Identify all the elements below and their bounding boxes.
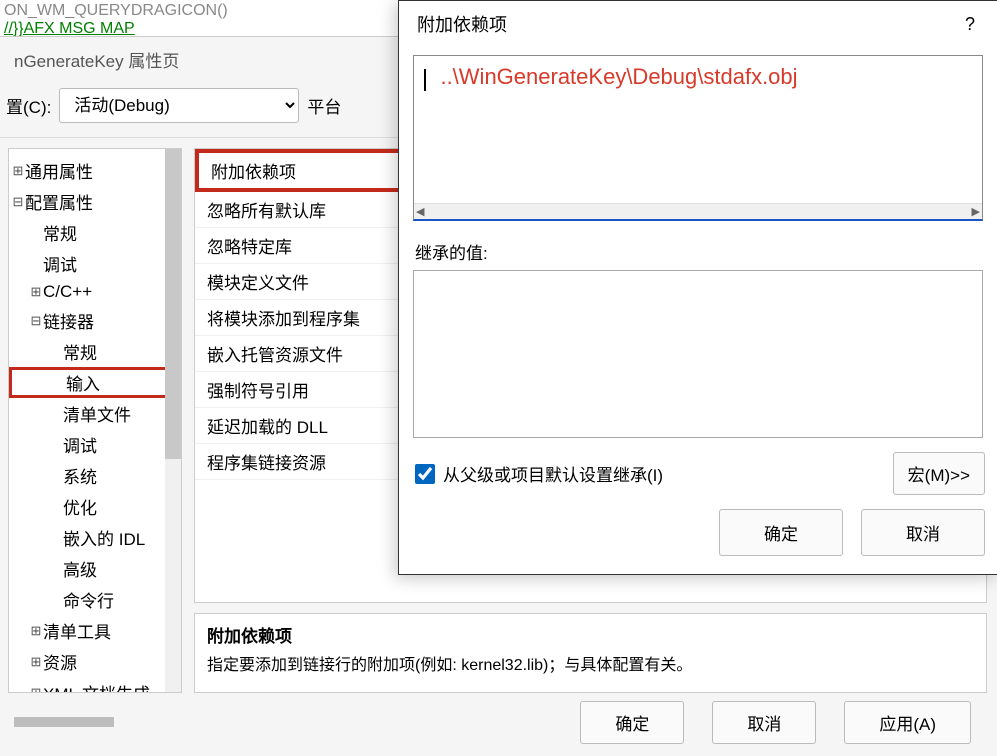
- inherit-checkbox-row[interactable]: 从父级或项目默认设置继承(I): [415, 461, 663, 486]
- tree-item[interactable]: ⊞清单工具: [9, 615, 181, 646]
- expander-icon[interactable]: ⊞: [29, 284, 43, 300]
- tree-scrollbar[interactable]: [165, 149, 181, 692]
- description-text: 指定要添加到链接行的附加项(例如: kernel32.lib)；与具体配置有关。: [207, 651, 974, 675]
- tree-item-label: 配置属性: [25, 189, 93, 214]
- expander-icon[interactable]: ⊞: [29, 685, 43, 694]
- tree-item[interactable]: ⊞C/C++: [9, 279, 181, 305]
- deps-edit-box[interactable]: ..\WinGenerateKey\Debug\stdafx.obj ◀ ▶: [413, 55, 983, 221]
- tree-item[interactable]: 输入: [9, 367, 181, 398]
- tree-item[interactable]: 常规: [9, 217, 181, 248]
- scroll-left-icon[interactable]: ◀: [416, 205, 424, 218]
- popup-cancel-button[interactable]: 取消: [861, 509, 985, 556]
- expander-icon[interactable]: ⊞: [11, 163, 25, 179]
- tree-item-label: 常规: [43, 220, 77, 245]
- expander-icon[interactable]: ⊞: [29, 623, 43, 639]
- config-label: 置(C):: [6, 93, 51, 118]
- tree-item-label: 调试: [43, 251, 77, 276]
- popup-ok-button[interactable]: 确定: [719, 509, 843, 556]
- expander-icon[interactable]: ⊟: [29, 313, 43, 329]
- tree-item-label: 命令行: [63, 587, 114, 612]
- macro-button[interactable]: 宏(M)>>: [893, 452, 985, 495]
- tree-item[interactable]: 系统: [9, 460, 181, 491]
- tree-item-label: XML 文档生成: [43, 680, 150, 693]
- popup-titlebar: 附加依赖项 ?: [399, 1, 997, 47]
- tree-item[interactable]: 调试: [9, 248, 181, 279]
- tree-item-label: C/C++: [43, 282, 92, 302]
- cancel-button[interactable]: 取消: [712, 701, 816, 744]
- expander-icon[interactable]: ⊞: [29, 654, 43, 670]
- text-caret: [424, 69, 426, 91]
- edit-hscrollbar[interactable]: ◀ ▶: [414, 203, 982, 219]
- horizontal-scroll-thumb[interactable]: [14, 717, 114, 727]
- config-select[interactable]: 活动(Debug): [59, 88, 299, 123]
- tree-item-label: 高级: [63, 556, 97, 581]
- tree-item-label: 链接器: [43, 308, 94, 333]
- tree-item-label: 优化: [63, 494, 97, 519]
- platform-label: 平台: [307, 93, 341, 118]
- tree-item[interactable]: 优化: [9, 491, 181, 522]
- tree-item[interactable]: ⊞通用属性: [9, 155, 181, 186]
- dialog-buttons: 确定 取消 应用(A): [554, 689, 997, 756]
- inherit-checkbox[interactable]: [415, 464, 435, 484]
- scroll-right-icon[interactable]: ▶: [972, 205, 980, 218]
- popup-action-buttons: 确定 取消: [399, 509, 997, 574]
- tree-item[interactable]: 高级: [9, 553, 181, 584]
- inherit-checkbox-label: 从父级或项目默认设置继承(I): [443, 461, 663, 486]
- apply-button[interactable]: 应用(A): [844, 701, 971, 744]
- description-box: 附加依赖项 指定要添加到链接行的附加项(例如: kernel32.lib)；与具…: [194, 613, 987, 693]
- tree-item[interactable]: 常规: [9, 336, 181, 367]
- description-title: 附加依赖项: [207, 622, 974, 647]
- tree-item[interactable]: 命令行: [9, 584, 181, 615]
- tree-item-label: 调试: [63, 432, 97, 457]
- popup-title-text: 附加依赖项: [417, 11, 507, 37]
- scrollbar-thumb[interactable]: [165, 149, 181, 459]
- ok-button[interactable]: 确定: [580, 701, 684, 744]
- inherit-values-label: 继承的值:: [415, 239, 981, 264]
- tree-item-label: 输入: [66, 370, 100, 395]
- help-icon[interactable]: ?: [965, 14, 975, 35]
- tree-item-label: 通用属性: [25, 158, 93, 183]
- tree-item-label: 常规: [63, 339, 97, 364]
- tree-item-label: 嵌入的 IDL: [63, 525, 145, 550]
- tree-item[interactable]: 调试: [9, 429, 181, 460]
- tree-item-label: 清单工具: [43, 618, 111, 643]
- expander-icon[interactable]: ⊟: [11, 194, 25, 210]
- tree-item[interactable]: ⊞XML 文档生成: [9, 677, 181, 693]
- popup-bottom-row: 从父级或项目默认设置继承(I) 宏(M)>>: [399, 438, 997, 509]
- tree-item[interactable]: ⊟链接器: [9, 305, 181, 336]
- additional-deps-popup: 附加依赖项 ? ..\WinGenerateKey\Debug\stdafx.o…: [398, 0, 997, 575]
- tree-item[interactable]: ⊟配置属性: [9, 186, 181, 217]
- inherit-values-box[interactable]: [413, 270, 983, 438]
- deps-path-value: ..\WinGenerateKey\Debug\stdafx.obj: [440, 64, 797, 89]
- tree-item-label: 系统: [63, 463, 97, 488]
- tree-item-label: 清单文件: [63, 401, 131, 426]
- tree-item[interactable]: 清单文件: [9, 398, 181, 429]
- tree-item[interactable]: ⊞资源: [9, 646, 181, 677]
- tree-item-label: 资源: [43, 649, 77, 674]
- tree-item[interactable]: 嵌入的 IDL: [9, 522, 181, 553]
- category-tree[interactable]: ⊞通用属性⊟配置属性常规调试⊞C/C++⊟链接器常规输入清单文件调试系统优化嵌入…: [8, 148, 182, 693]
